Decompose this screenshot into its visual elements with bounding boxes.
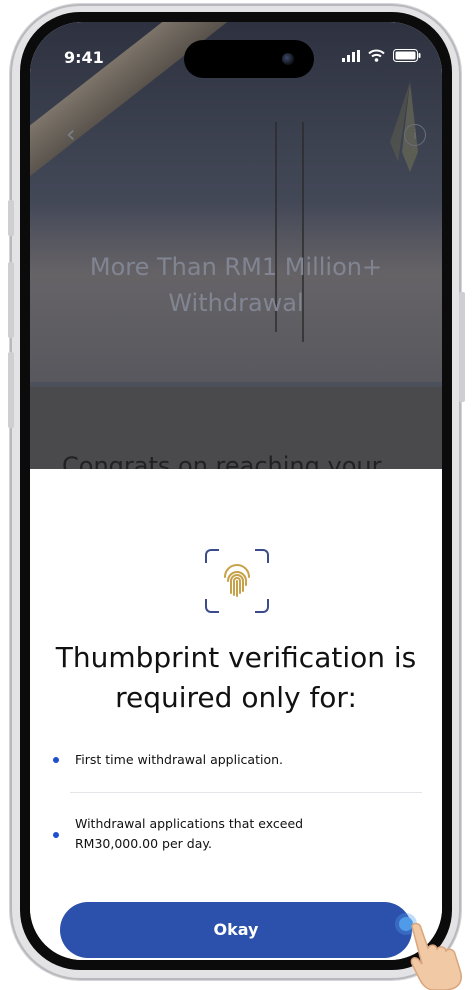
requirement-item-1: First time withdrawal application. xyxy=(75,752,284,767)
back-chevron-icon[interactable]: ‹ xyxy=(66,122,90,146)
signal-icon xyxy=(342,49,360,62)
status-icons xyxy=(342,49,421,62)
dynamic-island xyxy=(184,40,314,78)
status-time: 9:41 xyxy=(64,48,104,67)
fingerprint-icon xyxy=(224,564,250,597)
action-button xyxy=(8,200,14,236)
okay-button[interactable]: Okay xyxy=(60,902,412,958)
camera-icon xyxy=(282,53,294,65)
sheet-title: Thumbprint verification is required only… xyxy=(55,641,417,714)
volume-down-button xyxy=(8,352,14,428)
requirement-item-2: Withdrawal applications that exceed RM30… xyxy=(75,816,304,851)
battery-icon xyxy=(393,49,421,62)
app-screen: 9:41 ‹ i More Than RM1 Million+ Withdraw… xyxy=(30,22,442,960)
bullet-dot xyxy=(53,832,59,838)
info-icon[interactable]: i xyxy=(404,124,426,146)
divider xyxy=(70,792,422,793)
wifi-icon xyxy=(368,49,385,62)
screen-bezel: 9:41 ‹ i More Than RM1 Million+ Withdraw… xyxy=(20,12,452,970)
bullet-dot xyxy=(53,757,59,763)
fingerprint-scan-frame xyxy=(205,549,269,613)
power-button xyxy=(459,292,465,402)
volume-up-button xyxy=(8,262,14,338)
status-bar: 9:41 xyxy=(30,22,442,78)
pointing-hand-icon xyxy=(410,922,462,990)
hero-title: More Than RM1 Million+ Withdrawal xyxy=(89,253,383,317)
